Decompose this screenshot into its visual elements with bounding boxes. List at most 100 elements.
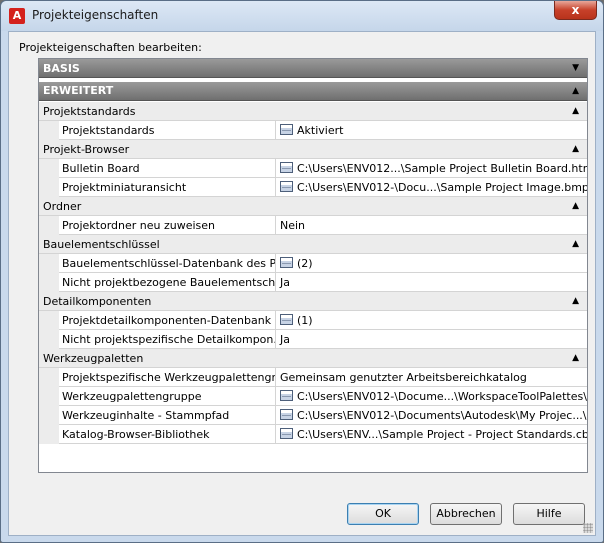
- row-gutter: [39, 273, 59, 292]
- title-bar[interactable]: A Projekteigenschaften x: [1, 1, 603, 31]
- row-gutter: [39, 216, 59, 235]
- property-value-text: C:\Users\ENV012...\Sample Project Bullet…: [297, 162, 587, 175]
- table-icon[interactable]: [280, 124, 293, 135]
- property-name: Projektminiaturansicht: [60, 178, 276, 197]
- group-header-label: Ordner: [43, 200, 82, 213]
- collapse-arrow-icon[interactable]: ▲: [572, 349, 579, 368]
- row-gutter: [39, 121, 59, 140]
- property-value-text: C:\Users\ENV012-\Docu...\Sample Project …: [297, 181, 587, 194]
- row-gutter: [39, 406, 59, 425]
- collapse-arrow-icon[interactable]: ▲: [572, 140, 579, 159]
- table-icon[interactable]: [280, 390, 293, 401]
- group-header-label: Bauelementschlüssel: [43, 238, 160, 251]
- property-value-text: C:\Users\ENV012-\Docume...\WorkspaceTool…: [297, 390, 587, 403]
- row-gutter: [39, 311, 59, 330]
- group-header[interactable]: Projektstandards ▲: [39, 102, 587, 121]
- group-header[interactable]: Bauelementschlüssel ▲: [39, 235, 587, 254]
- group-header[interactable]: Projekt-Browser ▲: [39, 140, 587, 159]
- property-row[interactable]: Projektstandards Aktiviert: [39, 121, 587, 140]
- group-header[interactable]: Detailkomponenten ▲: [39, 292, 587, 311]
- property-grid: BASIS ▼ ERWEITERT ▲ Projektstandards ▲ Pro…: [38, 58, 588, 473]
- table-icon[interactable]: [280, 428, 293, 439]
- row-gutter: [39, 178, 59, 197]
- property-value-text: (2): [297, 257, 313, 270]
- group-header-label: Detailkomponenten: [43, 295, 152, 308]
- window-title: Projekteigenschaften: [32, 8, 159, 22]
- property-value[interactable]: (2): [277, 254, 587, 273]
- property-value[interactable]: Ja: [277, 330, 587, 349]
- table-icon[interactable]: [280, 181, 293, 192]
- property-row[interactable]: Bulletin Board C:\Users\ENV012...\Sample …: [39, 159, 587, 178]
- property-value[interactable]: C:\Users\ENV012...\Sample Project Bullet…: [277, 159, 587, 178]
- property-name: Werkzeuginhalte - Stammpfad: [60, 406, 276, 425]
- row-gutter: [39, 387, 59, 406]
- row-gutter: [39, 159, 59, 178]
- property-value[interactable]: Aktiviert: [277, 121, 587, 140]
- expand-arrow-icon[interactable]: ▼: [572, 59, 579, 78]
- collapse-arrow-icon[interactable]: ▲: [572, 102, 579, 121]
- close-button[interactable]: x: [554, 1, 597, 20]
- property-name: Katalog-Browser-Bibliothek: [60, 425, 276, 444]
- property-row[interactable]: Nicht projektspezifische Detailkompon...…: [39, 330, 587, 349]
- property-row[interactable]: Katalog-Browser-Bibliothek C:\Users\ENV..…: [39, 425, 587, 444]
- property-value-text: Nein: [280, 219, 306, 232]
- property-name: Projektordner neu zuweisen: [60, 216, 276, 235]
- property-row[interactable]: Projektordner neu zuweisen Nein: [39, 216, 587, 235]
- property-value-text: Ja: [280, 276, 290, 289]
- category-basis-label: BASIS: [43, 62, 80, 75]
- help-button[interactable]: Hilfe: [513, 503, 585, 525]
- group-header[interactable]: Werkzeugpaletten ▲: [39, 349, 587, 368]
- table-icon[interactable]: [280, 257, 293, 268]
- category-basis[interactable]: BASIS ▼: [39, 59, 587, 78]
- cancel-button[interactable]: Abbrechen: [430, 503, 502, 525]
- collapse-arrow-icon[interactable]: ▲: [572, 292, 579, 311]
- property-value-text: C:\Users\ENV...\Sample Project - Project…: [297, 428, 587, 441]
- dialog-body: Projekteigenschaften bearbeiten: BASIS ▼…: [8, 31, 596, 536]
- property-name: Nicht projektbezogene Bauelementsch...: [60, 273, 276, 292]
- property-row[interactable]: Projektspezifische Werkzeugpalettengr...…: [39, 368, 587, 387]
- group-header-label: Projektstandards: [43, 105, 136, 118]
- dialog-window: A Projekteigenschaften x Projekteigensch…: [0, 0, 604, 543]
- property-value[interactable]: C:\Users\ENV012-\Documents\Autodesk\My P…: [277, 406, 587, 425]
- group-header[interactable]: Ordner ▲: [39, 197, 587, 216]
- table-icon[interactable]: [280, 409, 293, 420]
- autocad-logo-icon: A: [9, 8, 25, 24]
- property-value[interactable]: Gemeinsam genutzter Arbeitsbereichkatalo…: [277, 368, 587, 387]
- row-gutter: [39, 254, 59, 273]
- property-value-text: (1): [297, 314, 313, 327]
- group-header-label: Werkzeugpaletten: [43, 352, 144, 365]
- ok-button[interactable]: OK: [347, 503, 419, 525]
- property-name: Werkzeugpalettengruppe: [60, 387, 276, 406]
- property-value[interactable]: C:\Users\ENV...\Sample Project - Project…: [277, 425, 587, 444]
- row-gutter: [39, 368, 59, 387]
- property-row[interactable]: Bauelementschlüssel-Datenbank des P... (2…: [39, 254, 587, 273]
- property-name: Nicht projektspezifische Detailkompon...: [60, 330, 276, 349]
- category-erweitert-label: ERWEITERT: [43, 84, 114, 97]
- collapse-arrow-icon[interactable]: ▲: [572, 197, 579, 216]
- table-icon[interactable]: [280, 314, 293, 325]
- property-name: Bulletin Board: [60, 159, 276, 178]
- property-row[interactable]: Projektminiaturansicht C:\Users\ENV012-\D…: [39, 178, 587, 197]
- property-name: Bauelementschlüssel-Datenbank des P...: [60, 254, 276, 273]
- property-value-text: C:\Users\ENV012-\Documents\Autodesk\My P…: [297, 409, 587, 422]
- row-gutter: [39, 330, 59, 349]
- group-header-label: Projekt-Browser: [43, 143, 130, 156]
- table-icon[interactable]: [280, 162, 293, 173]
- property-value[interactable]: Ja: [277, 273, 587, 292]
- property-value[interactable]: Nein: [277, 216, 587, 235]
- collapse-arrow-icon[interactable]: ▲: [572, 235, 579, 254]
- property-row[interactable]: Projektdetailkomponenten-Datenbank (1): [39, 311, 587, 330]
- row-gutter: [39, 425, 59, 444]
- property-row[interactable]: Werkzeugpalettengruppe C:\Users\ENV012-\D…: [39, 387, 587, 406]
- property-row[interactable]: Werkzeuginhalte - Stammpfad C:\Users\ENV0…: [39, 406, 587, 425]
- property-value-text: Gemeinsam genutzter Arbeitsbereichkatalo…: [280, 371, 527, 384]
- property-row[interactable]: Nicht projektbezogene Bauelementsch... Ja: [39, 273, 587, 292]
- property-name: Projektspezifische Werkzeugpalettengr...: [60, 368, 276, 387]
- resize-grip[interactable]: [583, 523, 593, 533]
- property-name: Projektstandards: [60, 121, 276, 140]
- category-erweitert[interactable]: ERWEITERT ▲: [39, 79, 587, 101]
- property-value[interactable]: (1): [277, 311, 587, 330]
- property-value[interactable]: C:\Users\ENV012-\Docu...\Sample Project …: [277, 178, 587, 197]
- collapse-arrow-icon[interactable]: ▲: [572, 82, 579, 100]
- property-value[interactable]: C:\Users\ENV012-\Docume...\WorkspaceTool…: [277, 387, 587, 406]
